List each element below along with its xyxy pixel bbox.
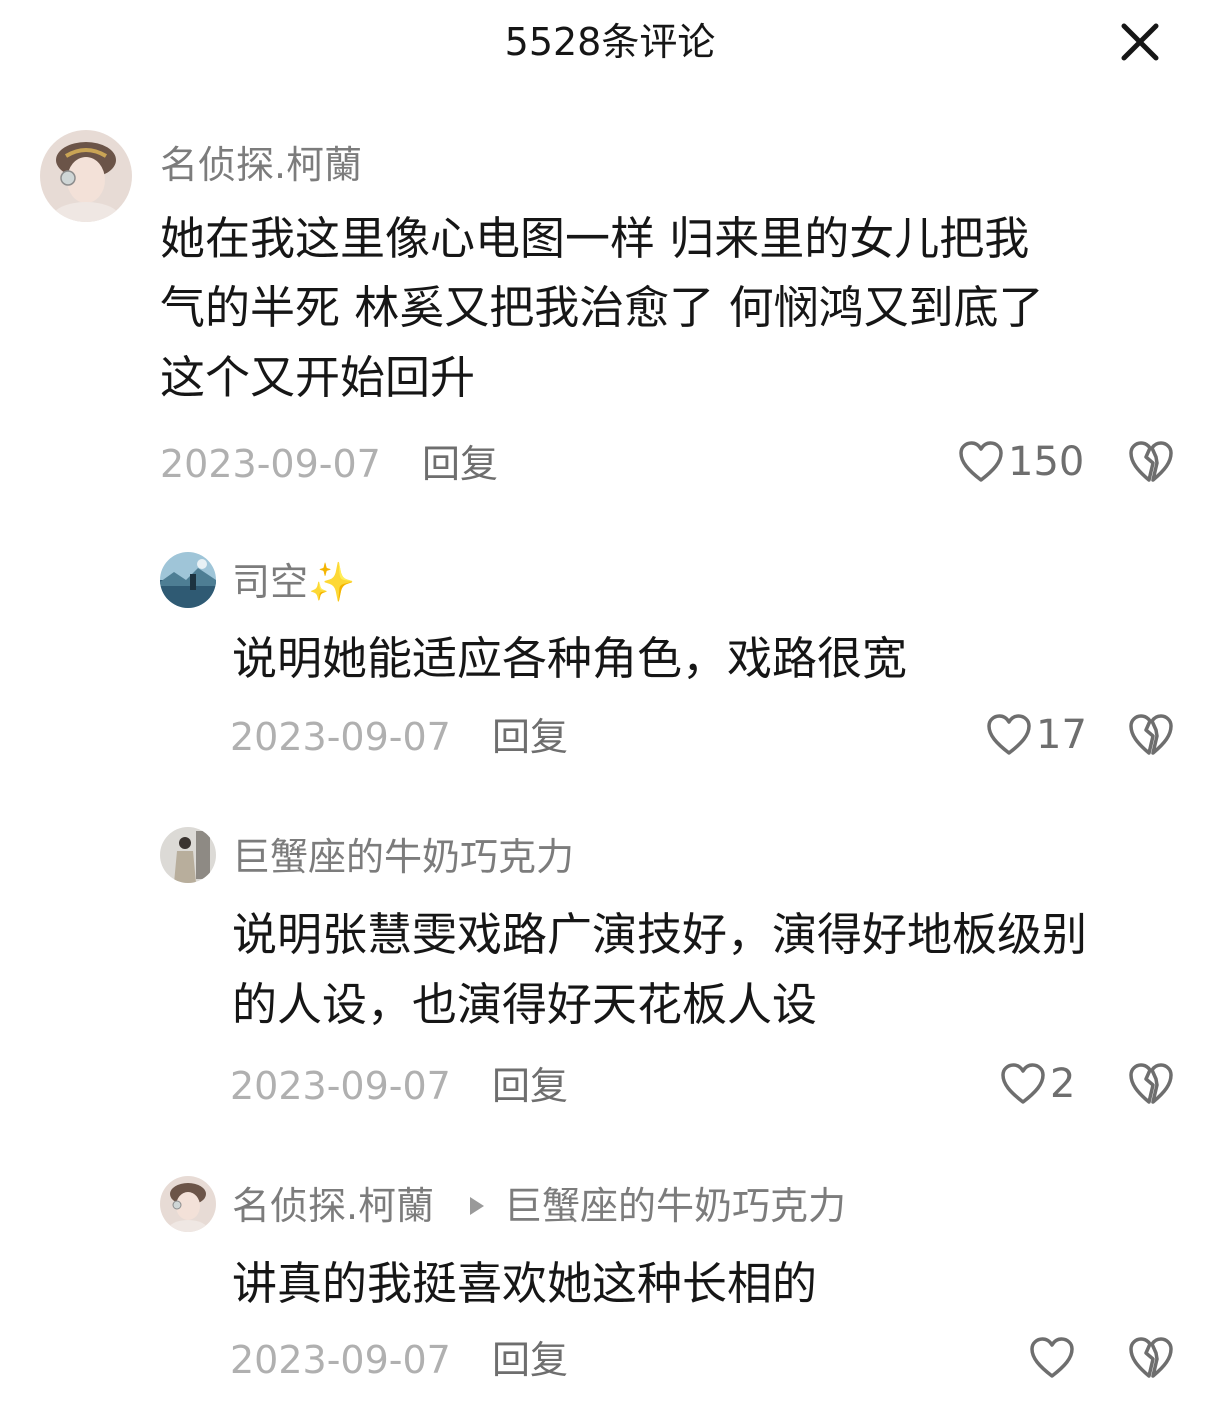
comment-text-line: 气的半死 林奚又把我治愈了 何悯鸿又到底了 (160, 281, 1044, 334)
comment-date: 2023-09-07 (230, 1064, 451, 1108)
comment-date: 2023-09-07 (160, 442, 381, 486)
comment-username[interactable]: 司空✨ (232, 558, 355, 606)
comment-text-line: 这个又开始回升 (160, 351, 476, 404)
broken-heart-icon (1129, 714, 1173, 755)
avatar[interactable] (40, 130, 132, 222)
panel-title: 5528条评论 (504, 20, 716, 64)
comment-text-line: 的人设，也演得好天花板人设 (232, 978, 818, 1031)
reply-button[interactable]: 回复 (492, 1062, 568, 1110)
comments-panel: 5528条评论 名侦探.柯蘭 她在我这里像心电图一样 归来里的女儿把我 气的半死… (0, 0, 1220, 1407)
heart-icon (1001, 1063, 1045, 1104)
avatar[interactable] (160, 552, 216, 608)
heart-icon (1030, 1337, 1074, 1378)
close-button[interactable] (1116, 18, 1164, 66)
heart-icon (959, 441, 1003, 482)
reply-target-username[interactable]: 巨蟹座的牛奶巧克力 (504, 1182, 846, 1230)
like-button[interactable]: 2 (1000, 1060, 1075, 1108)
comment-text-line: 说明她能适应各种角色，戏路很宽 (232, 632, 908, 685)
comment-date: 2023-09-07 (230, 715, 451, 759)
broken-heart-icon (1129, 1337, 1173, 1378)
reply-button[interactable]: 回复 (492, 713, 568, 761)
dislike-button[interactable] (1128, 1060, 1176, 1108)
heart-icon (987, 714, 1031, 755)
comment-text-line: 说明张慧雯戏路广演技好，演得好地板级别 (232, 908, 1088, 961)
sparkle-emoji: ✨ (308, 560, 356, 604)
dislike-button[interactable] (1128, 438, 1176, 486)
comment-text-line: 讲真的我挺喜欢她这种长相的 (232, 1257, 818, 1310)
like-count: 150 (1008, 439, 1085, 485)
comment-username[interactable]: 名侦探.柯蘭 (160, 141, 362, 189)
close-icon (1121, 23, 1159, 61)
like-count: 2 (1050, 1061, 1076, 1107)
reply-arrow-icon (470, 1197, 484, 1215)
avatar[interactable] (160, 1176, 216, 1232)
reply-button[interactable]: 回复 (492, 1336, 568, 1384)
avatar[interactable] (160, 827, 216, 883)
broken-heart-icon (1129, 1063, 1173, 1104)
comment-username[interactable]: 巨蟹座的牛奶巧克力 (232, 833, 574, 881)
dislike-button[interactable] (1128, 711, 1176, 759)
broken-heart-icon (1129, 441, 1173, 482)
comment-date: 2023-09-07 (230, 1338, 451, 1382)
like-button[interactable]: 17 (986, 711, 1087, 759)
reply-button[interactable]: 回复 (422, 440, 498, 488)
dislike-button[interactable] (1128, 1334, 1176, 1382)
like-button[interactable]: 150 (958, 438, 1084, 486)
comment-username[interactable]: 名侦探.柯蘭 (232, 1182, 434, 1230)
like-button[interactable] (1029, 1334, 1079, 1382)
username-text: 司空 (232, 560, 309, 604)
like-count: 17 (1036, 712, 1087, 758)
comment-text-line: 她在我这里像心电图一样 归来里的女儿把我 (160, 212, 1030, 265)
